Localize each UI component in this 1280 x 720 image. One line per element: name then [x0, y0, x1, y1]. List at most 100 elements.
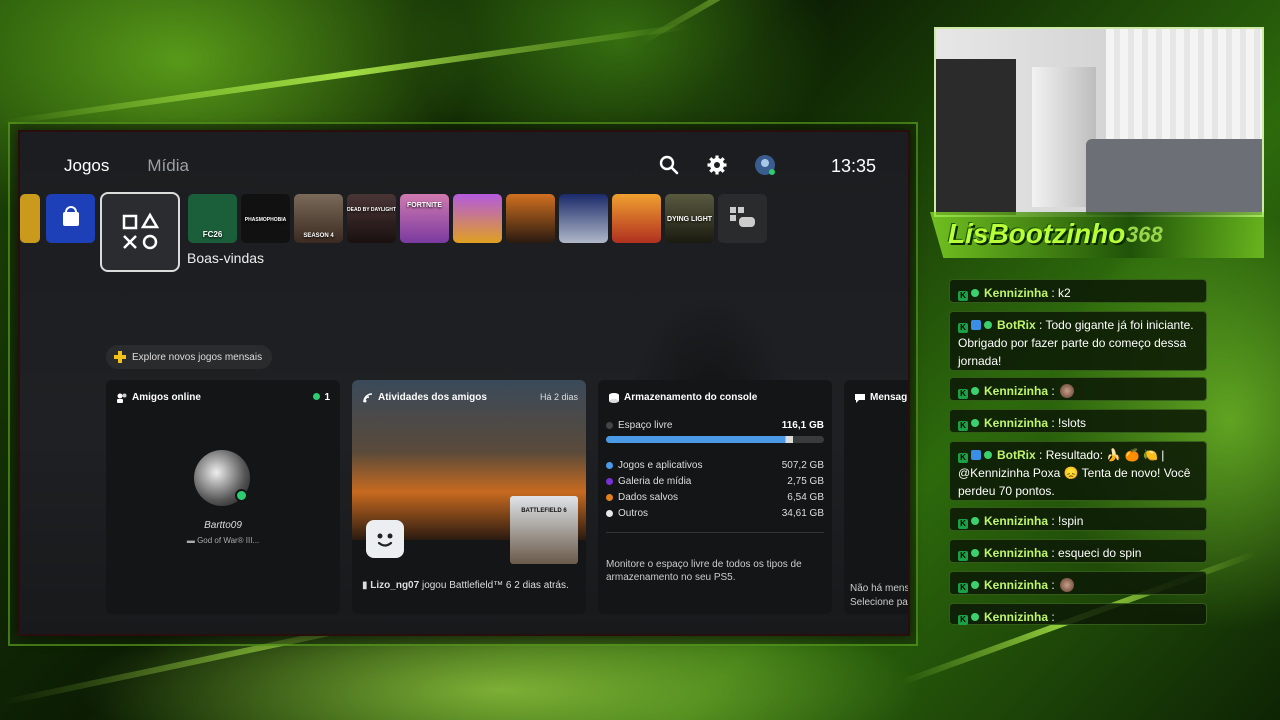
game-tile[interactable]: [612, 194, 661, 243]
free-label: Espaço livre: [618, 420, 673, 431]
legend-dot: [606, 509, 613, 517]
game-tile[interactable]: [20, 194, 40, 243]
welcome-hub-tile[interactable]: [100, 192, 180, 272]
chat-separator: :: [1035, 318, 1046, 332]
free-dot: [606, 421, 613, 429]
chat-separator: :: [1048, 384, 1059, 398]
tab-games[interactable]: Jogos: [64, 156, 109, 176]
card-title: Amigos online: [132, 392, 201, 403]
follower-count: 368: [1126, 222, 1163, 247]
game-library-tile[interactable]: [718, 194, 767, 243]
messages-card[interactable]: Mensag Não há mens Selecione pa: [844, 380, 908, 614]
chat-text: Todo gigante já foi iniciante. Obrigado …: [958, 318, 1194, 368]
bot-badge-icon: [971, 320, 981, 330]
tile-label: FORTNITE: [407, 202, 442, 209]
tab-media[interactable]: Mídia: [147, 156, 189, 176]
card-title: Atividades dos amigos: [378, 392, 487, 403]
chat-message: K Kennizinha : !slots: [949, 409, 1207, 433]
chat-separator: :: [1035, 448, 1046, 462]
storage-bar-fill: [606, 436, 794, 443]
chat-message: K Kennizinha : esqueci do spin: [949, 539, 1207, 563]
game-tile-dying-light[interactable]: DYING LIGHT: [665, 194, 714, 243]
chat-message: K Kennizinha : k2: [949, 279, 1207, 303]
game-tile-phasmophobia[interactable]: PHASMOPHOBIA: [241, 194, 290, 243]
storage-footer: Monitore o espaço livre de todos os tipo…: [606, 559, 802, 583]
pc-case: [936, 59, 1016, 215]
verified-icon: [971, 581, 979, 589]
platform-badge-icon: K: [958, 389, 968, 399]
legend-dot: [606, 461, 613, 469]
explore-monthly-games-button[interactable]: Explore novos jogos mensais: [106, 345, 273, 369]
activity-text: ▮ Lizo_ng07 jogou Battlefield™ 6 2 dias …: [362, 580, 569, 591]
game-tile-season4[interactable]: SEASON 4: [294, 194, 343, 243]
chat-emote-icon: [1060, 578, 1075, 592]
smile-icon: [377, 533, 393, 547]
channel-name: LisBootzinho: [948, 218, 1126, 249]
chat-username[interactable]: Kennizinha: [984, 286, 1048, 300]
chat-message: K BotRix : Todo gigante já foi iniciante.…: [949, 311, 1207, 371]
friend-game-label: God of War® III...: [197, 536, 260, 545]
verified-icon: [971, 289, 979, 297]
tile-label: DYING LIGHT: [666, 216, 713, 223]
storage-legend-item: Dados salvos 6,54 GB: [606, 492, 824, 503]
messages-empty-text: Não há mens Selecione pa: [850, 582, 908, 610]
friend-game: ▬ God of War® III...: [106, 536, 340, 545]
gear-icon[interactable]: [706, 154, 728, 176]
card-title: Armazenamento do console: [624, 392, 758, 403]
chat-username[interactable]: BotRix: [997, 448, 1036, 462]
ps-store-icon: [63, 206, 79, 226]
chat-username[interactable]: Kennizinha: [984, 610, 1048, 624]
friends-online-card[interactable]: Amigos online 1 Bartto09 ▬ God of War® I…: [106, 380, 340, 614]
chat-text: !spin: [1058, 514, 1084, 528]
webcam-feed: [934, 27, 1264, 217]
storage-legend-item: Outros 34,61 GB: [606, 508, 824, 519]
chat-text: k2: [1058, 286, 1071, 300]
tile-label: DEAD BY DAYLIGHT: [347, 207, 396, 213]
online-count-value: 1: [324, 392, 330, 403]
chat-username[interactable]: Kennizinha: [984, 384, 1048, 398]
game-tile[interactable]: [559, 194, 608, 243]
legend-dot: [606, 477, 613, 485]
game-library-icon: [730, 207, 755, 227]
chat-separator: :: [1048, 610, 1055, 624]
online-count: 1: [313, 392, 330, 403]
chat-text: esqueci do spin: [1058, 546, 1142, 560]
storage-icon: [609, 393, 619, 403]
friend-avatar[interactable]: [366, 520, 404, 558]
chat-username[interactable]: Kennizinha: [984, 578, 1048, 592]
message-icon: [855, 394, 865, 403]
game-tile-fortnite[interactable]: FORTNITE: [400, 194, 449, 243]
chat-username[interactable]: BotRix: [997, 318, 1036, 332]
chat-username[interactable]: Kennizinha: [984, 416, 1048, 430]
chat-separator: :: [1048, 286, 1059, 300]
legend-value: 507,2 GB: [781, 460, 824, 471]
chat-username[interactable]: Kennizinha: [984, 514, 1048, 528]
storage-legend-item: Galeria de mídia 2,75 GB: [606, 476, 824, 487]
friend-avatar[interactable]: [194, 450, 250, 506]
ps-plus-icon: [114, 351, 126, 363]
friends-icon: [117, 393, 127, 403]
legend-value: 34,61 GB: [781, 508, 824, 519]
platform-badge-icon: K: [958, 583, 968, 593]
controller-icon: ▬: [186, 536, 198, 545]
search-icon[interactable]: [658, 154, 680, 176]
platform-badge-icon: K: [958, 551, 968, 561]
chat-message: K Kennizinha :: [949, 571, 1207, 595]
friends-activity-card[interactable]: Atividades dos amigos Há 2 dias BATTLEFI…: [352, 380, 586, 614]
chat-username[interactable]: Kennizinha: [984, 546, 1048, 560]
messages-line: Selecione pa: [850, 597, 908, 608]
game-tile-fc26[interactable]: FC26: [188, 194, 237, 243]
game-tile-dead-by-daylight[interactable]: DEAD BY DAYLIGHT: [347, 194, 396, 243]
home-tile-label: Boas-vindas: [187, 250, 265, 266]
verified-icon: [971, 387, 979, 395]
activity-user[interactable]: Lizo_ng07: [370, 580, 419, 591]
ps-store-tile[interactable]: [46, 194, 95, 243]
avatar[interactable]: [754, 154, 776, 176]
chat-emote-icon: [1060, 384, 1075, 398]
console-storage-card[interactable]: Armazenamento do console Espaço livre 11…: [598, 380, 832, 614]
game-tile[interactable]: [506, 194, 555, 243]
chat-message: K BotRix : Resultado: 🍌 🍊 🍋 | @Kennizinha…: [949, 441, 1207, 501]
chat-message: K Kennizinha :: [949, 603, 1207, 625]
legend-value: 2,75 GB: [787, 476, 824, 487]
game-tile[interactable]: [453, 194, 502, 243]
